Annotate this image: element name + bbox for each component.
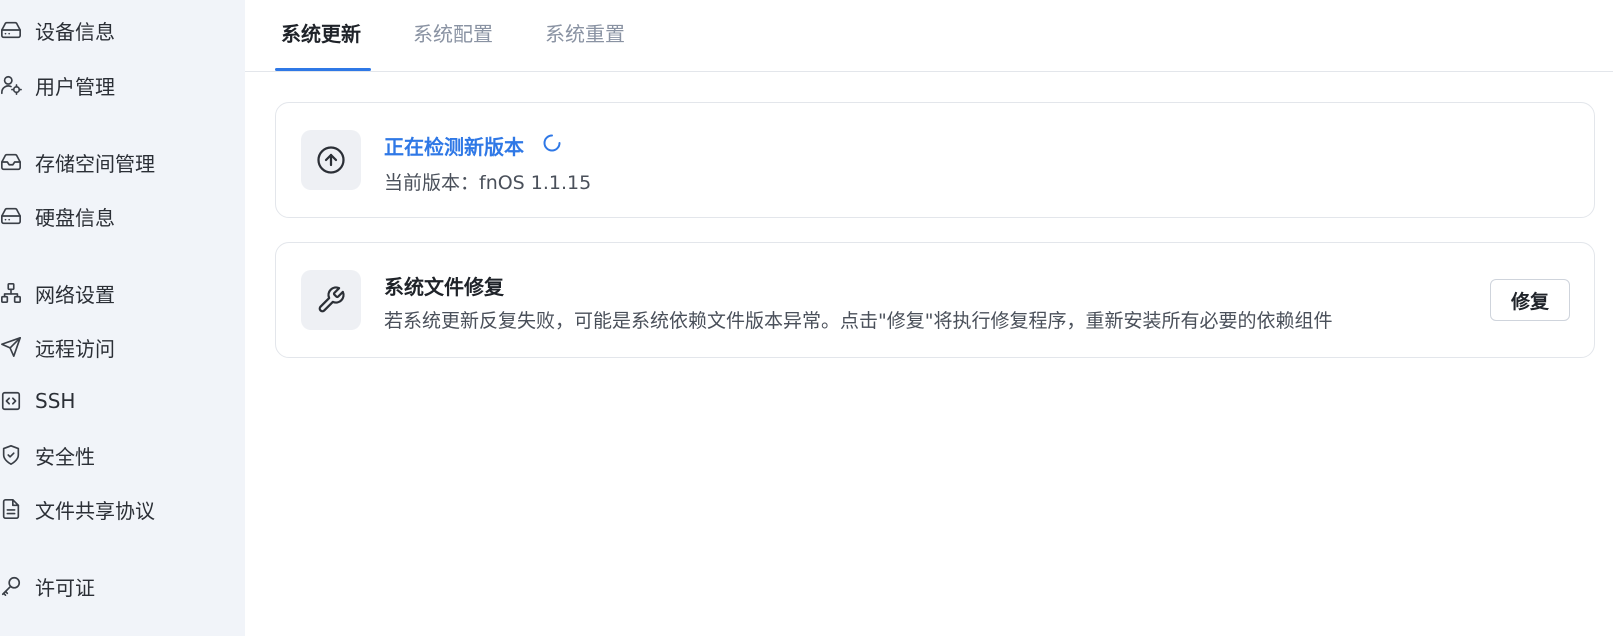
tab-system-update[interactable]: 系统更新	[281, 18, 361, 47]
sidebar-item-disk-info[interactable]: 硬盘信息	[0, 196, 245, 236]
app-window: 设备信息 用户管理 存储空间管理 硬盘信息 网络设置 远程访问 SSH 安全性 …	[0, 0, 1613, 636]
sidebar-item-label: 硬盘信息	[35, 205, 115, 230]
code-icon	[0, 390, 22, 412]
repair-button[interactable]: 修复	[1490, 279, 1570, 321]
sidebar-item-label: 网络设置	[35, 282, 115, 307]
sidebar: 设备信息 用户管理 存储空间管理 硬盘信息 网络设置 远程访问 SSH 安全性 …	[0, 0, 245, 636]
active-tab-indicator	[275, 68, 371, 71]
sidebar-item-label: 许可证	[35, 575, 95, 600]
document-icon	[0, 498, 22, 520]
disk-icon	[0, 205, 22, 227]
tab-bar: 系统更新 系统配置 系统重置	[245, 0, 1613, 72]
main-content: 系统更新 系统配置 系统重置 正在检测新版本 当前版本：fnOS 1.1.15	[245, 0, 1613, 636]
repair-card: 系统文件修复 若系统更新反复失败，可能是系统依赖文件版本异常。点击"修复"将执行…	[275, 242, 1595, 358]
sidebar-item-user-management[interactable]: 用户管理	[0, 65, 245, 105]
device-icon	[0, 19, 22, 41]
wrench-icon	[301, 270, 361, 330]
sidebar-item-security[interactable]: 安全性	[0, 435, 245, 475]
sidebar-item-label: 远程访问	[35, 336, 115, 361]
network-icon	[0, 282, 22, 304]
sidebar-item-storage[interactable]: 存储空间管理	[0, 142, 245, 182]
repair-description: 若系统更新反复失败，可能是系统依赖文件版本异常。点击"修复"将执行修复程序，重新…	[384, 310, 1333, 332]
tab-system-reset[interactable]: 系统重置	[545, 18, 625, 47]
sidebar-item-remote-access[interactable]: 远程访问	[0, 327, 245, 367]
arrow-up-circle-icon	[301, 130, 361, 190]
key-icon	[0, 575, 22, 597]
tab-system-config[interactable]: 系统配置	[413, 18, 493, 47]
sidebar-item-label: 用户管理	[35, 74, 115, 99]
current-version-text: 当前版本：fnOS 1.1.15	[384, 172, 592, 194]
sidebar-item-device-info[interactable]: 设备信息	[0, 10, 245, 50]
send-icon	[0, 336, 22, 358]
storage-icon	[0, 151, 22, 173]
loading-spinner-icon	[543, 134, 561, 152]
sidebar-item-label: 存储空间管理	[35, 151, 155, 176]
update-status-title: 正在检测新版本	[384, 135, 524, 159]
sidebar-item-label: 安全性	[35, 444, 95, 469]
repair-title: 系统文件修复	[384, 275, 504, 299]
user-manage-icon	[0, 74, 22, 96]
update-card: 正在检测新版本 当前版本：fnOS 1.1.15	[275, 102, 1595, 218]
sidebar-item-license[interactable]: 许可证	[0, 566, 245, 606]
shield-icon	[0, 444, 22, 466]
sidebar-item-label: 文件共享协议	[35, 498, 155, 523]
sidebar-item-label: SSH	[35, 389, 76, 413]
sidebar-item-label: 设备信息	[35, 19, 115, 44]
sidebar-item-file-sharing[interactable]: 文件共享协议	[0, 489, 245, 529]
sidebar-item-network[interactable]: 网络设置	[0, 273, 245, 313]
sidebar-item-ssh[interactable]: SSH	[0, 381, 245, 421]
